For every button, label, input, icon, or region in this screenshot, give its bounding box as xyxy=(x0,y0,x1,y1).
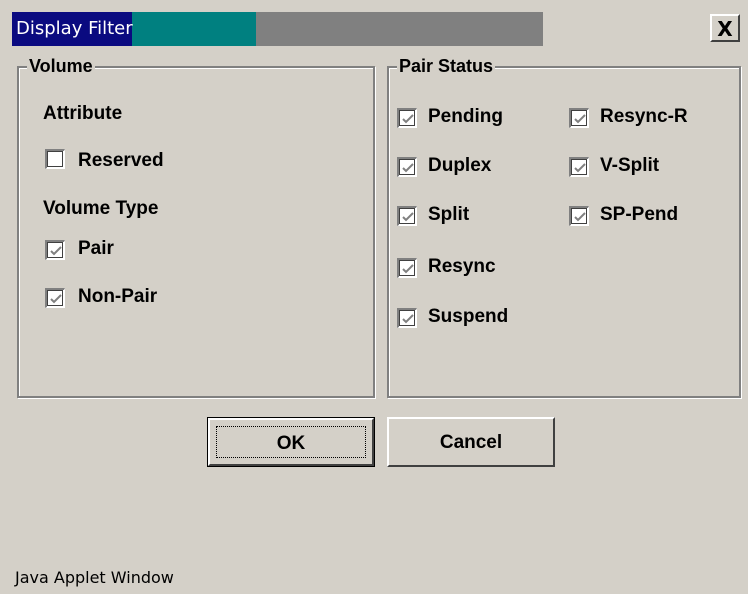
checkmark-icon xyxy=(574,114,586,124)
split-label[interactable]: Split xyxy=(428,204,469,226)
v-split-checkbox[interactable] xyxy=(569,157,589,177)
resync-checkbox[interactable] xyxy=(397,258,417,278)
volume-type-heading: Volume Type xyxy=(43,198,159,219)
checkmark-icon xyxy=(574,212,586,222)
reserved-checkbox[interactable] xyxy=(45,149,65,169)
non-pair-checkbox[interactable] xyxy=(45,288,65,308)
checkmark-icon xyxy=(402,163,414,173)
checkmark-icon xyxy=(402,314,414,324)
pair-label[interactable]: Pair xyxy=(78,238,114,260)
suspend-checkbox[interactable] xyxy=(397,308,417,328)
resync-r-checkbox[interactable] xyxy=(569,108,589,128)
checkmark-icon xyxy=(402,212,414,222)
sp-pend-checkbox[interactable] xyxy=(569,206,589,226)
applet-status-text: Java Applet Window xyxy=(15,568,174,587)
ok-button-label: OK xyxy=(276,433,306,454)
volume-legend: Volume xyxy=(27,56,95,77)
checkmark-icon xyxy=(50,246,62,256)
resync-r-label[interactable]: Resync-R xyxy=(600,106,688,128)
close-button[interactable]: X xyxy=(710,14,740,42)
suspend-label[interactable]: Suspend xyxy=(428,306,508,328)
pair-status-legend: Pair Status xyxy=(397,56,496,77)
cancel-button[interactable]: Cancel xyxy=(387,417,555,467)
ok-button[interactable]: OK xyxy=(207,417,375,467)
checkmark-icon xyxy=(50,294,62,304)
close-icon: X xyxy=(717,17,733,41)
reserved-label[interactable]: Reserved xyxy=(78,150,164,172)
checkmark-icon xyxy=(402,264,414,274)
pair-checkbox[interactable] xyxy=(45,240,65,260)
checkmark-icon xyxy=(402,114,414,124)
sp-pend-label[interactable]: SP-Pend xyxy=(600,204,678,226)
resync-label[interactable]: Resync xyxy=(428,256,496,278)
duplex-label[interactable]: Duplex xyxy=(428,155,491,177)
split-checkbox[interactable] xyxy=(397,206,417,226)
title-bar-gradient-segment xyxy=(132,12,256,46)
duplex-checkbox[interactable] xyxy=(397,157,417,177)
cancel-button-label: Cancel xyxy=(439,432,503,453)
window-title: Display Filter xyxy=(16,18,133,39)
pending-checkbox[interactable] xyxy=(397,108,417,128)
checkmark-icon xyxy=(574,163,586,173)
attribute-heading: Attribute xyxy=(43,103,123,124)
v-split-label[interactable]: V-Split xyxy=(600,155,659,177)
pending-label[interactable]: Pending xyxy=(428,106,503,128)
non-pair-label[interactable]: Non-Pair xyxy=(78,286,157,308)
title-bar[interactable]: Display Filter xyxy=(12,12,543,46)
